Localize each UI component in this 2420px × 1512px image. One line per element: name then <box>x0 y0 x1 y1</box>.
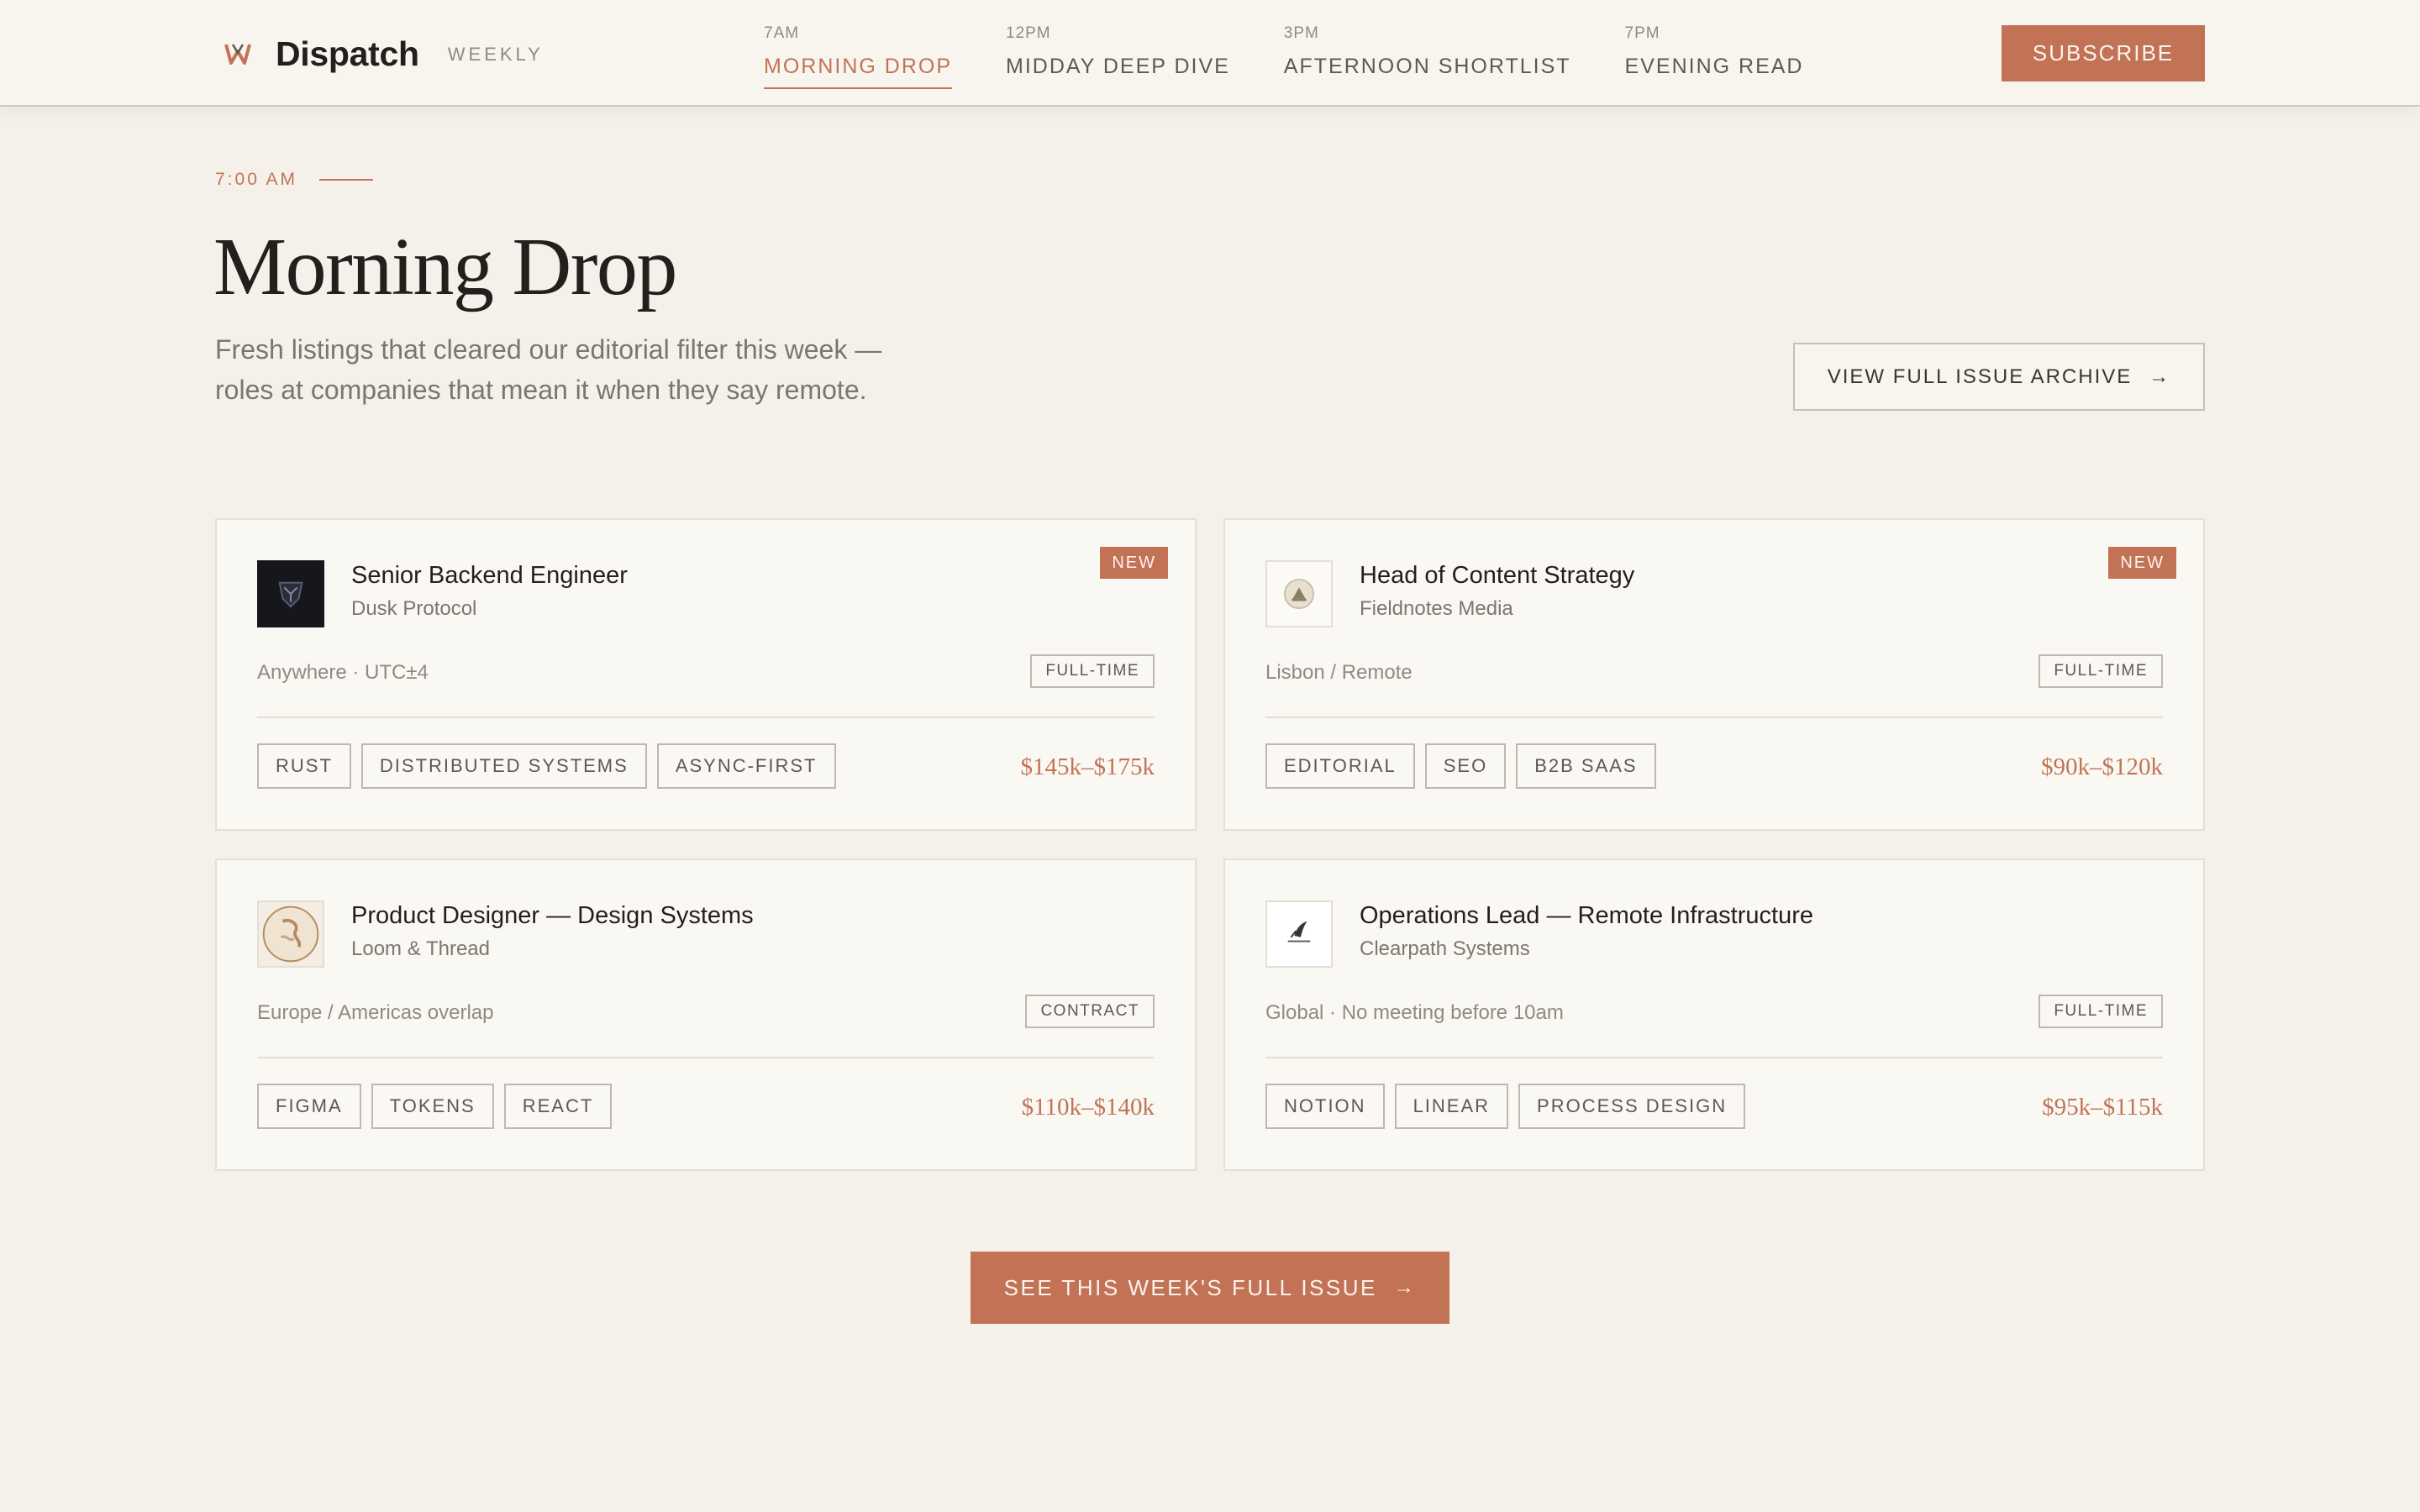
employment-type: FULL-TIME <box>2039 995 2163 1028</box>
archive-label: VIEW FULL ISSUE ARCHIVE <box>1827 365 2133 388</box>
company-logo-clearpath-systems <box>1265 900 1333 968</box>
job-location: Europe / Americas overlap <box>257 1001 494 1024</box>
card-divider <box>1265 717 2163 718</box>
arrow-right-icon: → <box>1393 1276 1417 1299</box>
nav-item-midday-deep-dive[interactable]: 12PM MIDDAY DEEP DIVE <box>1006 24 1230 89</box>
eyebrow-time: 7:00 AM <box>215 170 298 189</box>
intro-text: Fresh listings that cleared our editoria… <box>215 329 971 410</box>
job-card[interactable]: Operations Lead — Remote Infrastructure … <box>1223 858 2205 1171</box>
nav-item-evening-read[interactable]: 7PM EVENING READ <box>1625 24 1804 89</box>
intro-line: Fresh listings that cleared our editoria… <box>215 334 882 365</box>
company-name: Loom & Thread <box>351 937 490 960</box>
edition-time: 7:00 AM <box>215 170 374 190</box>
nav-label: AFTERNOON SHORTLIST <box>1283 55 1571 78</box>
salary-range: $95k–$115k <box>2042 1094 2163 1121</box>
employment-type: FULL-TIME <box>2039 654 2163 688</box>
skill-tag[interactable]: SEO <box>1424 743 1507 789</box>
company-logo-loom-and-thread <box>257 900 324 968</box>
view-archive-button[interactable]: VIEW FULL ISSUE ARCHIVE → <box>1793 343 2205 411</box>
skill-tag[interactable]: LINEAR <box>1394 1084 1509 1129</box>
nav-time: 3PM <box>1283 24 1319 42</box>
intro-line: roles at companies that mean it when the… <box>215 375 867 405</box>
edition-nav: 7AM MORNING DROP 12PM MIDDAY DEEP DIVE 3… <box>764 24 1857 89</box>
nav-label: MIDDAY DEEP DIVE <box>1006 55 1230 78</box>
skill-tag[interactable]: TOKENS <box>371 1084 494 1129</box>
skill-tag[interactable]: EDITORIAL <box>1265 743 1415 789</box>
salary-range: $145k–$175k <box>1020 753 1155 780</box>
job-location: Anywhere · UTC±4 <box>257 661 429 684</box>
arrow-right-icon: → <box>2149 365 2171 388</box>
job-card[interactable]: Senior Backend Engineer Dusk Protocol NE… <box>215 518 1197 831</box>
see-full-issue-button[interactable]: SEE THIS WEEK'S FULL ISSUE → <box>971 1252 1449 1324</box>
company-logo-fieldnotes-media <box>1265 560 1333 627</box>
brand[interactable]: Dispatch WEEKLY <box>220 30 544 77</box>
new-badge: NEW <box>2108 547 2176 579</box>
skill-tag[interactable]: DISTRIBUTED SYSTEMS <box>360 743 647 789</box>
brand-name: Dispatch <box>276 34 419 73</box>
nav-time: 7AM <box>764 24 800 42</box>
salary-range: $110k–$140k <box>1021 1094 1155 1121</box>
nav-item-afternoon-shortlist[interactable]: 3PM AFTERNOON SHORTLIST <box>1284 24 1571 89</box>
nav-item-morning-drop[interactable]: 7AM MORNING DROP <box>764 24 952 89</box>
brand-subtitle: WEEKLY <box>447 44 544 65</box>
nav-time: 7PM <box>1624 24 1660 42</box>
top-bar: Dispatch WEEKLY 7AM MORNING DROP 12PM MI… <box>0 0 2420 107</box>
skill-tag[interactable]: B2B SAAS <box>1516 743 1656 789</box>
employment-type: FULL-TIME <box>1030 654 1155 688</box>
nav-label: MORNING DROP <box>764 55 952 89</box>
nav-label: EVENING READ <box>1624 55 1804 78</box>
job-title: Senior Backend Engineer <box>351 562 628 589</box>
card-divider <box>1265 1057 2163 1058</box>
dispatch-logo-icon <box>220 36 255 71</box>
company-name: Fieldnotes Media <box>1360 597 1513 620</box>
skill-tags: EDITORIAL SEO B2B SAAS <box>1265 743 1666 789</box>
job-title: Head of Content Strategy <box>1360 562 1635 589</box>
card-divider <box>257 1057 1155 1058</box>
skill-tag[interactable]: PROCESS DESIGN <box>1518 1084 1746 1129</box>
skill-tags: NOTION LINEAR PROCESS DESIGN <box>1265 1084 1755 1129</box>
skill-tag[interactable]: ASYNC-FIRST <box>656 743 836 789</box>
skill-tag[interactable]: RUST <box>257 743 351 789</box>
employment-type: CONTRACT <box>1025 995 1155 1028</box>
job-title: Product Designer — Design Systems <box>351 902 754 929</box>
subscribe-button[interactable]: SUBSCRIBE <box>2002 25 2205 81</box>
skill-tag[interactable]: FIGMA <box>257 1084 361 1129</box>
company-logo-dusk-protocol <box>257 560 324 627</box>
page-title: Morning Drop <box>213 222 677 312</box>
skill-tags: FIGMA TOKENS REACT <box>257 1084 622 1129</box>
card-divider <box>257 717 1155 718</box>
skill-tag[interactable]: NOTION <box>1265 1084 1385 1129</box>
job-card[interactable]: Head of Content Strategy Fieldnotes Medi… <box>1223 518 2205 831</box>
company-name: Dusk Protocol <box>351 597 477 620</box>
job-location: Lisbon / Remote <box>1265 661 1413 684</box>
salary-range: $90k–$120k <box>2041 753 2163 780</box>
company-name: Clearpath Systems <box>1360 937 1530 960</box>
job-title: Operations Lead — Remote Infrastructure <box>1360 902 1813 929</box>
eyebrow-rule <box>319 179 374 181</box>
skill-tag[interactable]: REACT <box>503 1084 613 1129</box>
nav-time: 12PM <box>1006 24 1051 42</box>
job-card[interactable]: Product Designer — Design Systems Loom &… <box>215 858 1197 1171</box>
new-badge: NEW <box>1100 547 1168 579</box>
job-location: Global · No meeting before 10am <box>1265 1001 1564 1024</box>
skill-tags: RUST DISTRIBUTED SYSTEMS ASYNC-FIRST <box>257 743 846 789</box>
cta-label: SEE THIS WEEK'S FULL ISSUE <box>1003 1274 1377 1300</box>
